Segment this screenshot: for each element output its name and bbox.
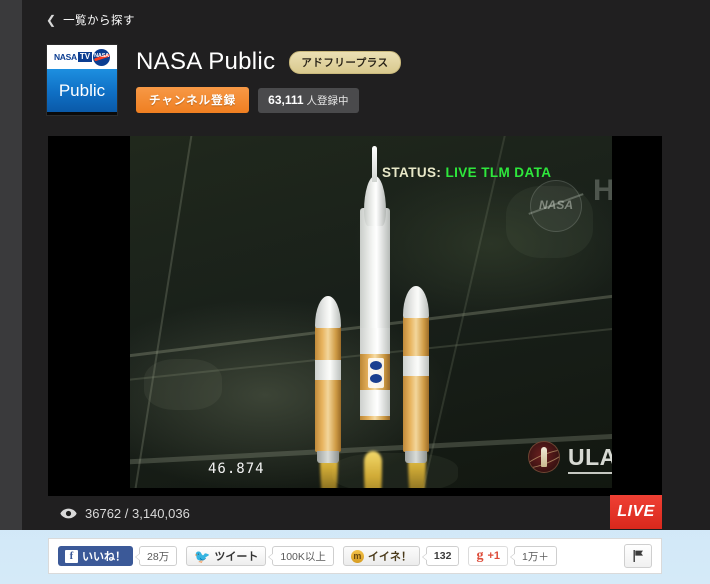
nasa-wordmark: NASA (53, 52, 77, 62)
facebook-icon: f (65, 549, 78, 563)
nasa-meatball-watermark-icon: NASA (528, 180, 584, 232)
video-frame: STATUS: LIVE TLM DATA NASA HD 46.874 ULA (130, 136, 612, 496)
ula-underline (568, 471, 612, 474)
social-share-bar: f いいね！ 28万 🐦 ツイート 100K以上 m イイネ！ 132 g +1… (48, 538, 662, 574)
twitter-share-group: 🐦 ツイート 100K以上 (186, 546, 334, 566)
subscriber-count: 63,111 人登録中 (258, 87, 359, 113)
facebook-share-group: f いいね！ 28万 (58, 546, 178, 566)
status-overlay: STATUS: LIVE TLM DATA (382, 165, 551, 180)
channel-header: NASA TV NASA Public NASA Public アドフリープラス… (46, 44, 401, 116)
viewer-count: 36762 / 3,140,036 (60, 506, 190, 521)
google-plus-icon: g (476, 548, 484, 563)
mixi-share-group: m イイネ！ 132 (342, 546, 460, 566)
video-letterbox-bottom (130, 488, 612, 496)
facebook-like-label: いいね！ (82, 551, 126, 563)
back-link-label: 一覧から探す (63, 15, 136, 27)
core-nasa-insignia (368, 358, 384, 388)
ground-patch (144, 359, 222, 410)
left-gutter (0, 0, 22, 530)
ula-wordmark: ULA (568, 443, 612, 474)
insignia-mark (370, 374, 382, 383)
core-white-band (360, 390, 390, 416)
back-to-list-link[interactable]: ❮ 一覧から探す (46, 12, 135, 28)
launch-abort-tower (372, 146, 377, 182)
booster-white-band (403, 356, 429, 376)
meatball-label: NASA (94, 52, 109, 59)
core-stage-orange-tank (360, 328, 390, 420)
chevron-left-icon: ❮ (46, 13, 57, 27)
status-label: STATUS: (382, 165, 442, 180)
video-stats-bar: 36762 / 3,140,036 LIVE (48, 495, 662, 530)
hd-watermark: HD (593, 174, 612, 207)
channel-info: NASA Public アドフリープラス チャンネル登録 63,111 人登録中 (136, 44, 401, 113)
booster-white-band (315, 360, 341, 380)
ad-free-plus-badge: アドフリープラス (289, 50, 401, 74)
facebook-like-count: 28万 (134, 546, 178, 566)
video-player[interactable]: STATUS: LIVE TLM DATA NASA HD 46.874 ULA (48, 136, 662, 496)
public-logo-block: Public (47, 69, 117, 115)
google-plus-one-label: +1 (487, 550, 500, 562)
channel-title-row: NASA Public アドフリープラス (136, 48, 401, 76)
report-flag-button[interactable] (624, 544, 652, 568)
google-plus-share-group: g +1 1万＋ (468, 546, 557, 566)
flag-icon (633, 550, 643, 562)
insignia-mark (370, 361, 382, 370)
booster-left (315, 296, 341, 463)
twitter-tweet-button[interactable]: 🐦 ツイート (186, 546, 267, 566)
core-white-band (360, 328, 390, 354)
ground-road (130, 136, 198, 496)
booster-engine-skirt (405, 451, 427, 463)
channel-actions: チャンネル登録 63,111 人登録中 (136, 87, 401, 113)
booster-right (403, 286, 429, 463)
eye-icon (60, 508, 77, 518)
subscribe-button[interactable]: チャンネル登録 (136, 87, 250, 113)
booster-nose-cone (403, 286, 429, 318)
status-value: LIVE TLM DATA (445, 165, 552, 180)
rocket-graphic (298, 146, 448, 496)
booster-nose-cone (315, 296, 341, 328)
twitter-tweet-count: 100K以上 (268, 546, 334, 566)
live-badge: LIVE (610, 495, 662, 529)
twitter-tweet-label: ツイート (214, 551, 259, 563)
twitter-bird-icon: 🐦 (194, 548, 211, 564)
ula-emblem-rocket (541, 447, 547, 467)
nasa-tv-logo: NASA TV NASA (47, 45, 117, 69)
google-plus-one-button[interactable]: g +1 (468, 546, 508, 566)
tv-wordmark: TV (77, 52, 93, 62)
booster-engine-skirt (317, 451, 339, 463)
public-label: Public (58, 80, 106, 100)
subscriber-count-suffix: 人登録中 (306, 94, 349, 107)
facebook-like-button[interactable]: f いいね！ (58, 546, 133, 566)
ula-emblem-icon (528, 441, 560, 473)
channel-logo[interactable]: NASA TV NASA Public (46, 44, 118, 116)
mixi-like-label: イイネ！ (367, 551, 412, 563)
channel-name: NASA Public (136, 48, 276, 75)
subscriber-count-value: 63,111 (268, 92, 304, 107)
ula-wordmark-label: ULA (568, 443, 612, 470)
ula-sponsor-logo: ULA (528, 441, 612, 474)
google-plus-one-count: 1万＋ (509, 546, 557, 566)
mixi-icon: m (350, 549, 364, 563)
nasa-meatball-icon: NASA (93, 48, 111, 66)
viewer-count-text: 36762 / 3,140,036 (85, 505, 190, 521)
telemetry-readout: 46.874 (208, 461, 265, 477)
mixi-like-count: 132 (421, 546, 460, 566)
meatball-watermark-label: NASA (538, 198, 573, 212)
mixi-like-button[interactable]: m イイネ！ (342, 546, 420, 566)
payload-fairing (364, 176, 386, 226)
